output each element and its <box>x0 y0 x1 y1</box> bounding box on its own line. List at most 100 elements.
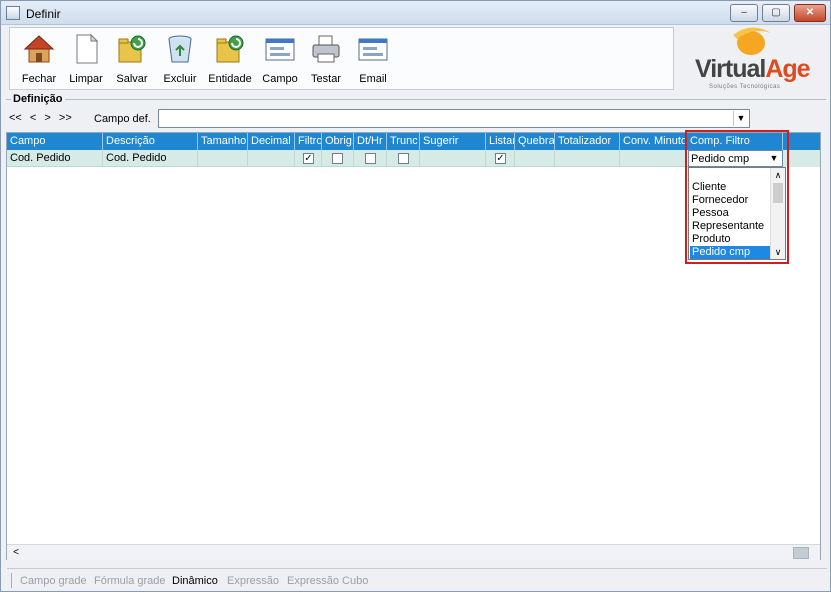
cell-filtro: ✓ <box>295 150 322 167</box>
virtualage-logo: VirtualAge Soluções Tecnológicas <box>687 23 819 93</box>
folder-entity-icon <box>216 35 244 63</box>
comp-filtro-combo[interactable]: Pedido cmp ▼ <box>688 150 783 167</box>
dropdown-scroll-thumb[interactable] <box>773 183 783 203</box>
col-header-obrig[interactable]: Obrig. <box>322 133 354 150</box>
campo-label: Campo <box>262 73 298 85</box>
window-title: Definir <box>26 7 61 21</box>
dropdown-option-representante[interactable]: Representante <box>690 220 770 233</box>
dropdown-option-pedido-cmp[interactable]: Pedido cmp <box>690 246 770 259</box>
col-header-descricao[interactable]: Descrição <box>103 133 198 150</box>
logo-swoosh-icon <box>733 27 771 55</box>
campo-def-label: Campo def. <box>94 113 151 125</box>
col-header-tamanho[interactable]: Tamanho <box>198 133 248 150</box>
entidade-label: Entidade <box>208 73 252 85</box>
scroll-down-icon[interactable]: ∨ <box>771 245 785 259</box>
email-label: Email <box>359 73 387 85</box>
tab-expressao-cubo[interactable]: Expressão Cubo <box>287 575 368 587</box>
logo-text-accent: Age <box>765 55 810 83</box>
tab-dinamico[interactable]: Dinâmico <box>172 575 218 587</box>
col-header-decimal[interactable]: Decimal <box>248 133 295 150</box>
cell-descricao[interactable]: Cod. Pedido <box>103 150 198 167</box>
testar-button[interactable]: Testar <box>305 30 347 88</box>
recycle-bin-icon <box>168 35 192 63</box>
minimize-button[interactable]: – <box>730 4 758 22</box>
comp-filtro-dropdown-list[interactable]: Cliente Fornecedor Pessoa Representante … <box>688 167 786 260</box>
cell-conv-minuto[interactable] <box>620 150 687 167</box>
record-navigator: << < > >> <box>9 112 77 124</box>
limpar-button[interactable]: Limpar <box>66 30 106 88</box>
limpar-label: Limpar <box>69 73 103 85</box>
nav-prev-button[interactable]: < <box>30 112 36 124</box>
col-header-trunc[interactable]: Trunc <box>387 133 420 150</box>
folder-save-icon <box>118 35 146 63</box>
cell-tamanho[interactable] <box>198 150 248 167</box>
close-button[interactable]: ✕ <box>794 4 826 22</box>
col-header-campo[interactable]: Campo <box>7 133 103 150</box>
logo-text-main: Virtual <box>695 55 766 83</box>
dropdown-option-fornecedor[interactable]: Fornecedor <box>690 194 770 207</box>
title-bar: Definir – ▢ ✕ <box>1 1 830 25</box>
chevron-down-icon[interactable]: ▼ <box>767 152 781 165</box>
tab-formula-grade[interactable]: Fórmula grade <box>94 575 166 587</box>
scroll-thumb[interactable] <box>793 547 809 559</box>
salvar-label: Salvar <box>116 73 148 85</box>
cell-obrig <box>322 150 354 167</box>
cell-quebra[interactable] <box>515 150 555 167</box>
cell-trunc <box>387 150 420 167</box>
col-header-filtro[interactable]: Filtro <box>295 133 322 150</box>
listar-checkbox[interactable]: ✓ <box>495 153 506 164</box>
trunc-checkbox[interactable] <box>398 153 409 164</box>
dropdown-option-pessoa[interactable]: Pessoa <box>690 207 770 220</box>
tab-separator <box>11 573 12 588</box>
dropdown-option-produto[interactable]: Produto <box>690 233 770 246</box>
house-icon <box>23 35 55 63</box>
col-header-sugerir[interactable]: Sugerir <box>420 133 486 150</box>
fechar-label: Fechar <box>21 73 57 85</box>
excluir-button[interactable]: Excluir <box>158 30 202 88</box>
fechar-button[interactable]: Fechar <box>14 30 64 88</box>
col-header-dthr[interactable]: Dt/Hr <box>354 133 387 150</box>
scroll-left-icon[interactable]: < <box>9 546 23 560</box>
dropdown-option-empty[interactable] <box>690 168 770 181</box>
field-window-icon <box>265 38 295 61</box>
email-button[interactable]: Email <box>353 30 393 88</box>
nav-first-button[interactable]: << <box>9 112 22 124</box>
obrig-checkbox[interactable] <box>332 153 343 164</box>
chevron-down-icon[interactable]: ▼ <box>733 111 748 126</box>
dropdown-scrollbar[interactable]: ∧ ∨ <box>770 168 785 259</box>
tab-expressao[interactable]: Expressão <box>227 575 279 587</box>
definicao-group-label: Definição <box>11 93 65 105</box>
col-header-quebra[interactable]: Quebra <box>515 133 555 150</box>
window: Definir – ▢ ✕ Fechar Limpar Salvar Exclu… <box>0 0 831 592</box>
col-header-conv-minuto[interactable]: Conv. Minuto <box>620 133 687 150</box>
cell-sugerir[interactable] <box>420 150 486 167</box>
toolbar: Fechar Limpar Salvar Excluir Entidade Ca… <box>9 27 674 90</box>
dthr-checkbox[interactable] <box>365 153 376 164</box>
dropdown-option-cliente[interactable]: Cliente <box>690 181 770 194</box>
entidade-button[interactable]: Entidade <box>206 30 254 88</box>
horizontal-scrollbar[interactable]: < <box>7 544 820 560</box>
logo-tagline: Soluções Tecnológicas <box>709 84 781 90</box>
cell-totalizador[interactable] <box>555 150 620 167</box>
campo-button[interactable]: Campo <box>260 30 300 88</box>
bottom-tab-bar: Campo grade Fórmula grade Dinâmico Expre… <box>7 568 827 590</box>
tab-campo-grade[interactable]: Campo grade <box>20 575 87 587</box>
col-header-totalizador[interactable]: Totalizador <box>555 133 620 150</box>
cell-listar: ✓ <box>486 150 515 167</box>
cell-decimal[interactable] <box>248 150 295 167</box>
maximize-button[interactable]: ▢ <box>762 4 790 22</box>
salvar-button[interactable]: Salvar <box>110 30 154 88</box>
group-divider <box>6 99 826 100</box>
cell-campo[interactable]: Cod. Pedido <box>7 150 103 167</box>
col-header-listar[interactable]: Listar <box>486 133 515 150</box>
scroll-up-icon[interactable]: ∧ <box>771 168 785 182</box>
app-window-icon <box>6 6 20 20</box>
filtro-checkbox[interactable]: ✓ <box>303 153 314 164</box>
nav-last-button[interactable]: >> <box>59 112 72 124</box>
testar-label: Testar <box>311 73 341 85</box>
nav-next-button[interactable]: > <box>44 112 50 124</box>
campo-def-combo[interactable]: ▼ <box>158 109 750 128</box>
comp-filtro-value[interactable]: Pedido cmp <box>691 153 749 165</box>
cell-dthr <box>354 150 387 167</box>
email-window-icon <box>358 38 388 61</box>
